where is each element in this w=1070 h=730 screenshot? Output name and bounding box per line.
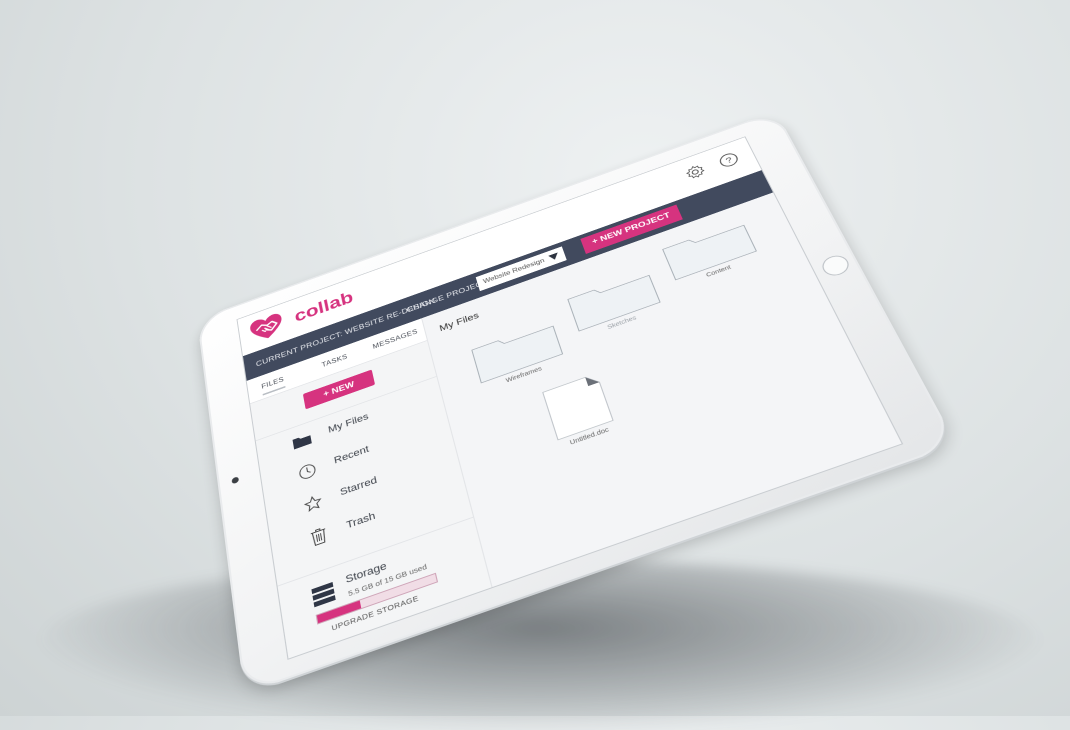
file-item[interactable]: Untitled.doc (541, 371, 625, 459)
sidebar-item-label: Recent (333, 444, 370, 466)
folder-item[interactable]: Wireframes (470, 318, 566, 390)
scene: collab ? CURRENT PROJECT: WEBSITE RE-DES… (0, 0, 1070, 716)
caret-down-icon (548, 252, 559, 261)
sidebar-item-label: Trash (346, 511, 377, 532)
tab-tasks[interactable]: TASKS (321, 353, 348, 369)
star-icon (303, 493, 324, 515)
handshake-heart-icon (247, 310, 286, 346)
folder-item[interactable]: Sketches (566, 268, 664, 338)
app-screen: collab ? CURRENT PROJECT: WEBSITE RE-DES… (236, 136, 903, 660)
trash-icon (308, 525, 329, 548)
tab-files[interactable]: FILES (261, 376, 285, 396)
storage-icon (311, 581, 335, 607)
clock-icon (297, 461, 318, 482)
help-circle-icon[interactable]: ? (715, 149, 742, 170)
gear-icon[interactable] (682, 161, 709, 182)
tablet-device: collab ? CURRENT PROJECT: WEBSITE RE-DES… (197, 111, 957, 694)
camera (231, 476, 239, 484)
folder-item[interactable]: Content (661, 218, 761, 287)
svg-text:?: ? (725, 156, 735, 166)
page-title: My Files (438, 311, 479, 334)
folder-icon (292, 430, 312, 451)
sidebar-item-label: My Files (327, 412, 369, 436)
top-icons: ? (682, 149, 743, 182)
home-button[interactable] (819, 252, 853, 278)
sidebar-item-label: Starred (339, 475, 378, 498)
